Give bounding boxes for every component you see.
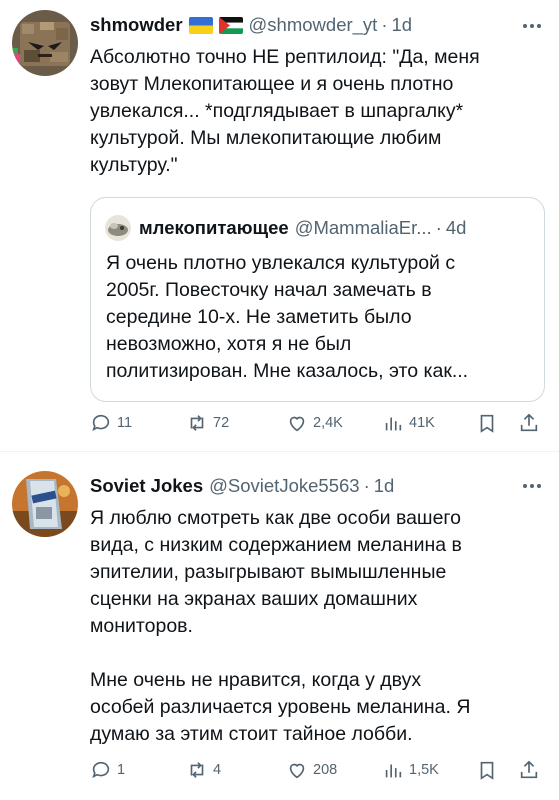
timestamp[interactable]: 1d — [392, 14, 413, 36]
reply-button[interactable]: 1 — [90, 759, 125, 781]
author-handle[interactable]: @shmowder_yt — [249, 14, 378, 36]
share-icon — [520, 760, 538, 779]
tweet-text-line: Я люблю смотреть как две особи вашего — [90, 507, 461, 529]
quote-text-line: Я очень плотно увлекался культурой с — [106, 252, 456, 274]
palestine-flag-icon — [218, 16, 243, 34]
repost-button[interactable]: 72 — [186, 412, 229, 434]
quote-text: Я очень плотно увлекался культурой с 200… — [106, 250, 536, 385]
bookmark-button[interactable] — [476, 412, 498, 434]
tweet-header: Soviet Jokes @SovietJoke5563 · 1d — [90, 475, 394, 497]
avatar[interactable] — [12, 471, 78, 537]
quote-header: млекопитающее @MammaliaEr... · 4d — [139, 217, 466, 239]
quote-text-line: политизирован. Мне казалось, это как... — [106, 360, 469, 382]
reply-icon — [92, 761, 110, 778]
tweet-text-line: зовут Млекопитающее и я очень плотно — [90, 73, 454, 95]
more-options-icon[interactable] — [523, 484, 541, 488]
share-button[interactable] — [518, 759, 540, 781]
tweet[interactable]: Soviet Jokes @SovietJoke5563 · 1d Я любл… — [0, 452, 559, 800]
like-count: 2,4K — [313, 415, 343, 431]
reply-button[interactable]: 11 — [90, 412, 132, 434]
views-button[interactable]: 1,5K — [382, 759, 439, 781]
repost-button[interactable]: 4 — [186, 759, 221, 781]
tweet-text-line: особей различается уровень меланина. Я — [90, 696, 471, 718]
views-button[interactable]: 41K — [382, 412, 435, 434]
separator-dot: · — [363, 475, 370, 496]
view-count: 1,5K — [409, 762, 439, 778]
tweet-text-line: думаю за этим стоит тайное лобби. — [90, 723, 413, 745]
repost-icon — [190, 762, 204, 778]
analytics-icon — [385, 764, 402, 778]
quote-author-handle[interactable]: @MammaliaEr... — [295, 217, 432, 239]
heart-icon — [289, 763, 305, 779]
bookmark-icon — [480, 761, 494, 780]
quote-author-name[interactable]: млекопитающее — [139, 217, 289, 239]
tweet-text-line: мониторов. — [90, 615, 193, 637]
quote-avatar-image — [105, 215, 131, 241]
reply-count: 11 — [117, 415, 133, 431]
view-count: 41K — [409, 415, 435, 431]
author-name[interactable]: Soviet Jokes — [90, 475, 203, 497]
repost-count: 4 — [213, 762, 222, 778]
tweet-text-line: сценки на экранах ваших домашних — [90, 588, 418, 610]
quote-text-line: 2005г. Повесточку начал замечать в — [106, 279, 432, 301]
separator-dot: · — [381, 14, 388, 35]
avatar-image — [12, 471, 78, 537]
reply-count: 1 — [117, 762, 126, 778]
separator-dot: · — [435, 217, 442, 238]
tweet-header: shmowder @shmowder_yt · 1d — [90, 14, 412, 36]
action-bar: 11 72 2,4K 41K — [90, 412, 545, 442]
action-bar: 1 4 208 1,5K — [90, 759, 545, 789]
tweet-text-line: культуру." — [90, 154, 178, 176]
repost-count: 72 — [213, 415, 230, 431]
quote-text-line: середине 10-х. Не заметить было — [106, 306, 412, 328]
quoted-tweet[interactable]: млекопитающее @MammaliaEr... · 4d Я очен… — [90, 197, 545, 402]
repost-icon — [190, 415, 204, 431]
share-button[interactable] — [518, 412, 540, 434]
tweet[interactable]: shmowder @shmowder_yt · 1d Абсолютно точ… — [0, 0, 559, 452]
analytics-icon — [385, 417, 402, 431]
tweet-text-line: увлекался... *подглядывает в шпаргалку* — [90, 100, 464, 122]
quote-timestamp[interactable]: 4d — [446, 217, 467, 239]
reply-icon — [92, 414, 110, 431]
share-icon — [520, 413, 538, 432]
like-button[interactable]: 2,4K — [286, 412, 343, 434]
like-count: 208 — [313, 762, 338, 778]
tweet-text-line: культурой. Мы млекопитающие любим — [90, 127, 442, 149]
author-name[interactable]: shmowder — [90, 14, 183, 36]
tweet-text: Я люблю смотреть как две особи вашего ви… — [90, 505, 545, 748]
bookmark-icon — [480, 414, 494, 433]
ukraine-flag-icon — [188, 16, 213, 34]
tweet-text-line: Абсолютно точно НЕ рептилоид: "Да, меня — [90, 46, 480, 68]
heart-icon — [289, 416, 305, 432]
like-button[interactable]: 208 — [286, 759, 337, 781]
bookmark-button[interactable] — [476, 759, 498, 781]
tweet-text: Абсолютно точно НЕ рептилоид: "Да, меня … — [90, 44, 545, 179]
avatar-image — [12, 10, 78, 76]
author-handle[interactable]: @SovietJoke5563 — [209, 475, 359, 497]
tweet-text-line: эпителии, разыгрывают вымышленные — [90, 561, 447, 583]
more-options-icon[interactable] — [523, 24, 541, 28]
tweet-text-line: Мне очень не нравится, когда у двух — [90, 669, 422, 691]
quote-text-line: невозможно, хотя я не был — [106, 333, 352, 355]
tweet-text-line: вида, с низким содержанием меланина в — [90, 534, 462, 556]
quote-avatar[interactable] — [105, 215, 131, 241]
timestamp[interactable]: 1d — [374, 475, 395, 497]
avatar[interactable] — [12, 10, 78, 76]
